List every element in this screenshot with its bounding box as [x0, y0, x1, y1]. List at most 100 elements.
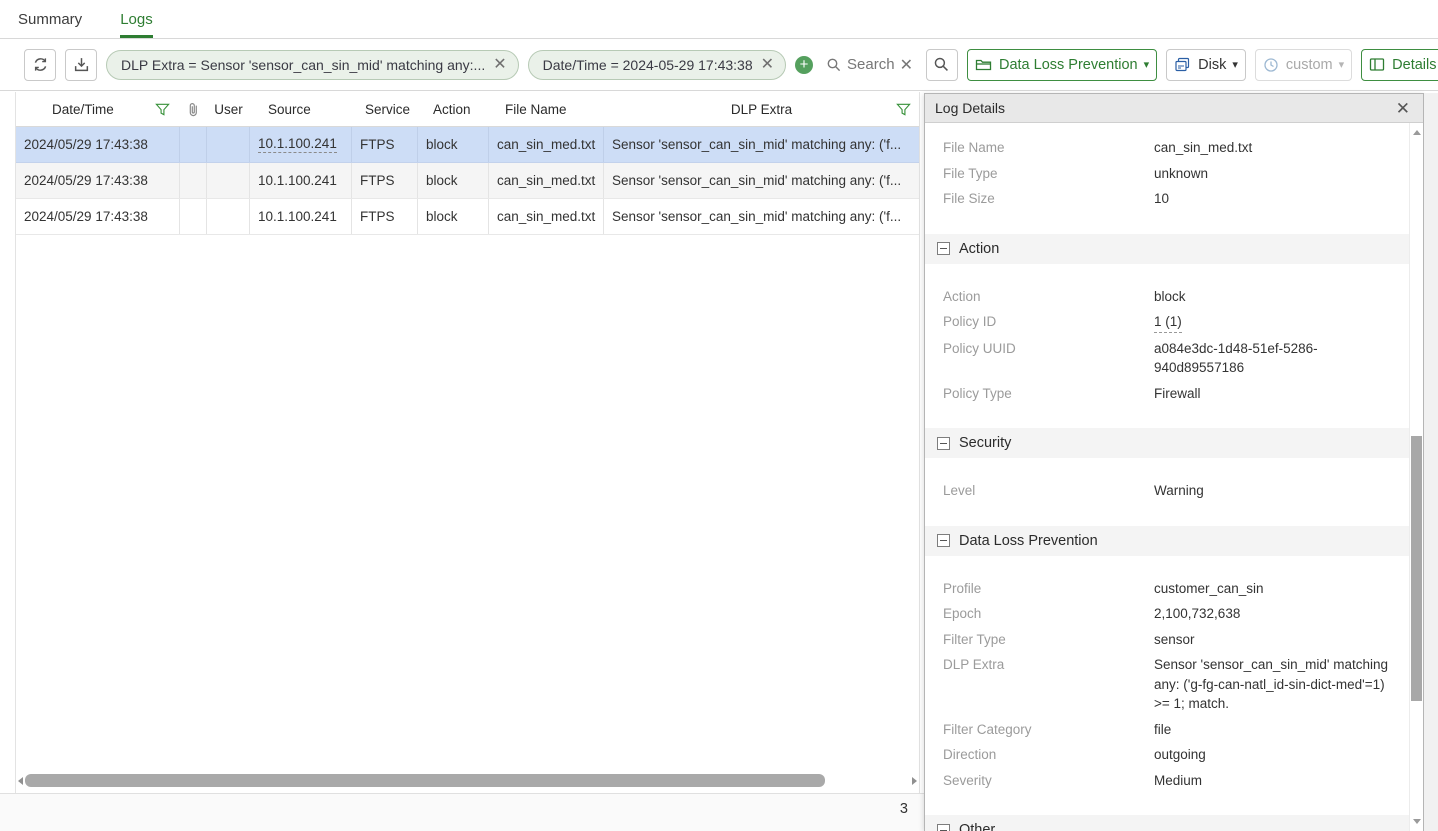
- cell-user: [207, 199, 250, 234]
- disk-icon: [1174, 57, 1191, 73]
- panel-field-row: DLP Extra Sensor 'sensor_can_sin_mid' ma…: [925, 652, 1409, 717]
- remove-filter-icon[interactable]: ✕: [761, 57, 774, 73]
- download-icon: [73, 56, 90, 73]
- horizontal-scrollbar[interactable]: [16, 772, 919, 789]
- filter-chip-label: DLP Extra = Sensor 'sensor_can_sin_mid' …: [121, 57, 485, 73]
- active-filter-funnel-icon[interactable]: [155, 102, 170, 117]
- filter-chip-dlp-extra[interactable]: DLP Extra = Sensor 'sensor_can_sin_mid' …: [106, 50, 519, 80]
- cell-dlp-extra: Sensor 'sensor_can_sin_mid' matching any…: [604, 199, 919, 234]
- search-icon: [826, 57, 842, 73]
- cell-source[interactable]: 10.1.100.241: [250, 127, 352, 162]
- column-header-datetime[interactable]: Date/Time: [16, 92, 180, 126]
- collapse-section-icon[interactable]: [937, 534, 950, 547]
- panel-vertical-scrollbar[interactable]: [1409, 123, 1423, 831]
- field-label: DLP Extra: [943, 655, 1154, 714]
- paperclip-icon: [187, 102, 200, 117]
- collapse-section-icon[interactable]: [937, 437, 950, 450]
- close-icon[interactable]: ✕: [1393, 100, 1413, 117]
- tab-logs[interactable]: Logs: [120, 0, 153, 38]
- section-title: Security: [959, 435, 1011, 451]
- table-body: 2024/05/29 17:43:38 10.1.100.241 FTPS bl…: [16, 127, 919, 235]
- panel-section-header: Other: [925, 815, 1409, 831]
- chevron-down-icon: ▾: [1144, 58, 1150, 71]
- time-range-dropdown[interactable]: custom ▾: [1255, 49, 1352, 81]
- scroll-up-arrow-icon[interactable]: [1413, 130, 1421, 135]
- column-header-service[interactable]: Service: [352, 92, 418, 126]
- run-search-button[interactable]: [926, 49, 958, 81]
- filter-chip-datetime[interactable]: Date/Time = 2024-05-29 17:43:38 ✕: [528, 50, 786, 80]
- clear-search-icon[interactable]: ✕: [900, 55, 913, 75]
- field-value[interactable]: 1 (1): [1154, 312, 1182, 333]
- field-label: File Size: [943, 189, 1154, 209]
- device-label: Disk: [1198, 57, 1226, 73]
- column-header-source[interactable]: Source: [250, 92, 352, 126]
- page-number: 3: [900, 801, 908, 817]
- refresh-button[interactable]: [24, 49, 56, 81]
- field-value: block: [1154, 287, 1404, 307]
- device-dropdown[interactable]: Disk ▾: [1166, 49, 1246, 81]
- view-tabs: Summary Logs: [0, 0, 1438, 39]
- log-details-panel: Log Details ✕ File Name can_sin_med.txt …: [924, 93, 1424, 831]
- log-type-dropdown[interactable]: Data Loss Prevention ▾: [967, 49, 1157, 81]
- details-toggle-button[interactable]: Details: [1361, 49, 1438, 81]
- cell-service: FTPS: [352, 163, 418, 198]
- panel-field-group: Action block Policy ID 1 (1) Policy UUID…: [925, 264, 1409, 429]
- scroll-left-arrow-icon[interactable]: [16, 774, 25, 787]
- field-value: sensor: [1154, 630, 1404, 650]
- column-header-attachment[interactable]: [180, 92, 207, 126]
- column-header-filename[interactable]: File Name: [489, 92, 604, 126]
- cell-action: block: [418, 163, 489, 198]
- chevron-down-icon: ▾: [1339, 58, 1345, 71]
- column-header-action[interactable]: Action: [418, 92, 489, 126]
- vertical-scroll-thumb[interactable]: [1411, 436, 1422, 701]
- cell-action: block: [418, 127, 489, 162]
- search-input[interactable]: Search ✕: [822, 55, 917, 75]
- field-value: Firewall: [1154, 384, 1404, 404]
- cell-user: [207, 163, 250, 198]
- table-row[interactable]: 2024/05/29 17:43:38 10.1.100.241 FTPS bl…: [16, 163, 919, 199]
- log-type-label: Data Loss Prevention: [999, 57, 1138, 73]
- column-header-dlp-extra[interactable]: DLP Extra: [604, 92, 919, 126]
- folder-icon: [975, 57, 992, 72]
- horizontal-scroll-thumb[interactable]: [25, 774, 825, 787]
- cell-filename: can_sin_med.txt: [489, 127, 604, 162]
- cell-datetime: 2024/05/29 17:43:38: [16, 163, 180, 198]
- table-footer: 3: [0, 793, 924, 831]
- clock-icon: [1263, 57, 1279, 73]
- scroll-down-arrow-icon[interactable]: [1413, 819, 1421, 824]
- remove-filter-icon[interactable]: ✕: [493, 57, 506, 73]
- table-row[interactable]: 2024/05/29 17:43:38 10.1.100.241 FTPS bl…: [16, 127, 919, 163]
- table-header-row: Date/Time User Source: [16, 92, 919, 127]
- tab-summary[interactable]: Summary: [18, 0, 82, 38]
- column-header-user[interactable]: User: [207, 92, 250, 126]
- horizontal-scroll-track[interactable]: [25, 774, 910, 787]
- cell-source[interactable]: 10.1.100.241: [250, 163, 352, 198]
- cell-user: [207, 127, 250, 162]
- field-value: unknown: [1154, 164, 1404, 184]
- field-label: Filter Category: [943, 720, 1154, 740]
- cell-datetime: 2024/05/29 17:43:38: [16, 199, 180, 234]
- field-value: file: [1154, 720, 1404, 740]
- collapse-section-icon[interactable]: [937, 242, 950, 255]
- add-filter-button[interactable]: +: [795, 56, 813, 74]
- cell-source[interactable]: 10.1.100.241: [250, 199, 352, 234]
- active-filter-funnel-icon[interactable]: [896, 102, 911, 117]
- panel-field-row: Filter Category file: [925, 717, 1409, 743]
- field-label: Policy UUID: [943, 339, 1154, 378]
- panel-field-row: Filter Type sensor: [925, 627, 1409, 653]
- log-table: Date/Time User Source: [15, 92, 920, 793]
- field-value: can_sin_med.txt: [1154, 138, 1404, 158]
- scroll-right-arrow-icon[interactable]: [910, 774, 919, 787]
- chevron-down-icon: ▾: [1232, 58, 1238, 71]
- panel-field-row: Policy ID 1 (1): [925, 309, 1409, 336]
- field-label: Epoch: [943, 604, 1154, 624]
- section-title: Data Loss Prevention: [959, 533, 1098, 549]
- collapse-section-icon[interactable]: [937, 824, 950, 831]
- field-label: Profile: [943, 579, 1154, 599]
- toolbar-right-group: Data Loss Prevention ▾ Disk ▾ custom ▾: [967, 49, 1438, 81]
- panel-field-row: Severity Medium: [925, 768, 1409, 794]
- log-toolbar: DLP Extra = Sensor 'sensor_can_sin_mid' …: [0, 39, 1438, 91]
- field-value: customer_can_sin: [1154, 579, 1404, 599]
- table-row[interactable]: 2024/05/29 17:43:38 10.1.100.241 FTPS bl…: [16, 199, 919, 235]
- download-button[interactable]: [65, 49, 97, 81]
